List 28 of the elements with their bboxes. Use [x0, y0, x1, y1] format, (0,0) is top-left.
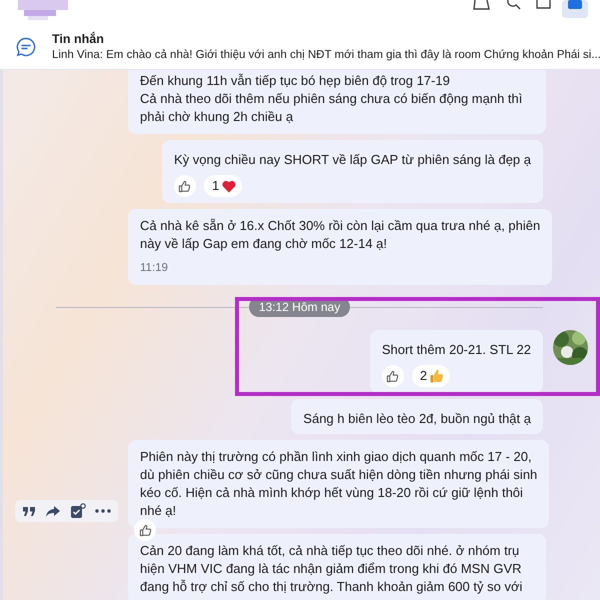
search-icon[interactable] [505, 0, 521, 10]
like-button[interactable] [174, 175, 196, 197]
panel-icon[interactable] [562, 0, 588, 18]
pinned-title: Tin nhắn [52, 30, 105, 46]
message-text: Đến khung 11h vẫn tiếp tục bó hẹp biên độ trog 17-19 Cả nhà theo dõi thêm nếu phiên sáng chưa có biến động mạnh thì phải chờ khung 2h chiều ạ [140, 72, 524, 126]
message-text: Sáng h biên lèo tèo 2đ, buồn ngủ thật ạ [303, 410, 531, 428]
chat-bubble-icon [16, 36, 36, 56]
avatar-image [18, 0, 68, 22]
quote-icon[interactable] [22, 505, 36, 517]
message-time: 11:19 [140, 261, 169, 276]
more-icon[interactable] [95, 509, 111, 513]
task-icon[interactable] [70, 503, 86, 519]
window-icon[interactable] [536, 0, 552, 10]
share-icon[interactable] [45, 504, 61, 518]
like-icon [178, 180, 192, 192]
message-text: Short thêm 20-21. STL 22 [382, 341, 531, 359]
message-text: Cản 20 đang làm khá tốt, cả nhà tiếp tục theo dõi nhé. ở nhóm trụ hiện VHM VIC đang là tác nhận giảm điểm trong khi đó MSN GVR đang hỗ trợ chỉ số cho thị trường. Thanh khoản giảm 600 tỷ so với [140, 542, 524, 596]
message-text: Phiên này thị trường có phần lình xinh giao dịch quanh mốc 17 - 20, dù phiên chiều cơ sở cũng chưa suất hiện dòng tiền nhưng phái sinh kéo cố. Hiện cả nhà mình khớp hết vùng 18-20 rồi cứ giữ lệnh thôi nhé ạ! [140, 448, 538, 520]
pinned-message-preview[interactable]: Linh Vina: Em chào cả nhà! Giới thiệu với anh chị NĐT mới tham gia thì đây là room Chứng khoản Phái si... [52, 46, 600, 62]
heart-icon [222, 180, 236, 192]
like-icon [138, 524, 152, 536]
reaction-chip[interactable]: 2 [412, 365, 450, 387]
like-icon [386, 370, 400, 382]
message-text: Cả nhà kê sẵn ở 16.x Chốt 30% rồi còn lại cầm qua trưa nhé ạ, phiên này về lấp Gap em đang chờ mốc 12-14 ạ! [140, 217, 540, 253]
like-button[interactable] [382, 365, 404, 387]
reaction-chip[interactable]: 1 [204, 175, 242, 197]
message-text: Kỳ vọng chiều nay SHORT về lấp GAP từ phiên sáng là đẹp ạ [174, 151, 531, 169]
thumbs-up-icon [430, 369, 444, 383]
